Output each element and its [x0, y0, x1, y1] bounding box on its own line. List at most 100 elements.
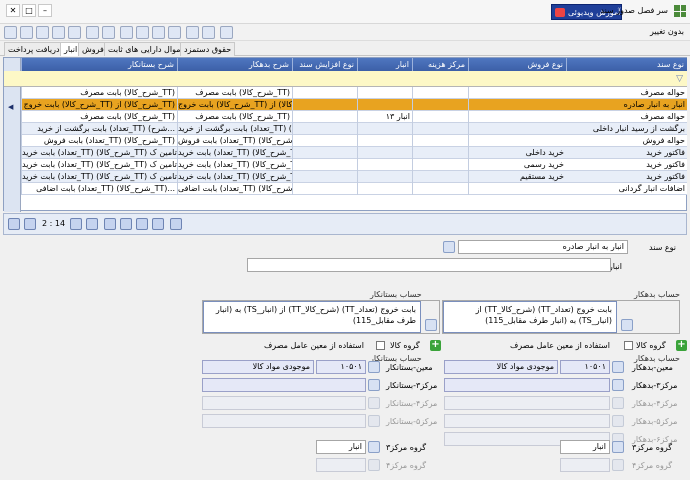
credit-center4-field[interactable] — [202, 396, 366, 410]
export-excel-icon[interactable] — [136, 218, 148, 230]
debit-center5-lookup-icon[interactable] — [612, 415, 624, 427]
debit-memo-picker-icon[interactable] — [621, 319, 633, 331]
credit-group-center4-lookup-icon[interactable] — [368, 459, 380, 471]
credit-center5-lookup-icon[interactable] — [368, 415, 380, 427]
settings-icon[interactable] — [220, 26, 233, 39]
debit-moein-name[interactable]: موجودی مواد کالا — [444, 360, 558, 374]
title-bar: ✕ □ – آموزش ویدیوئی سر فصل صدور سند — [0, 0, 690, 24]
cancel-icon[interactable] — [68, 26, 81, 39]
grid-layout-icon[interactable] — [104, 218, 116, 230]
grid-header: نوع سند نوع فروش مرکز هزینه انبار نوع اف… — [21, 58, 687, 71]
debit-center3-lookup-icon[interactable] — [612, 379, 624, 391]
credit-memo-picker-icon[interactable] — [425, 319, 437, 331]
table-row[interactable]: انبار به انبار صادره بابت خروج (شرح_کالا… — [21, 99, 687, 111]
copy-icon[interactable] — [152, 26, 165, 39]
grid-navigator: 2 : 14 — [3, 213, 687, 235]
new-icon[interactable] — [4, 26, 17, 39]
doc-type-lookup-icon[interactable] — [443, 241, 455, 253]
debit-moein-lookup-icon[interactable] — [612, 361, 624, 373]
doc-type-field[interactable]: انبار به انبار صادره — [458, 240, 628, 254]
debit-label-center5: مرکز۵-بدهکار — [632, 417, 678, 426]
table-row[interactable]: برگشت از رسید انبار داخلی بابت برگشت از … — [21, 123, 687, 135]
search-icon[interactable] — [136, 26, 149, 39]
col-header-doc-type[interactable]: نوع سند — [566, 58, 687, 71]
filter-icon[interactable] — [120, 26, 133, 39]
debit-center3-field[interactable] — [444, 378, 610, 392]
import-icon[interactable] — [186, 26, 199, 39]
funnel-icon[interactable]: ▽ — [676, 74, 683, 84]
table-row[interactable]: اضافات انبار گردانی بابت اضافی (تعداد_TT… — [21, 183, 687, 195]
credit-center5-field[interactable] — [202, 414, 366, 428]
col-header-warehouse[interactable]: انبار — [357, 58, 412, 71]
record-counter: 2 : 14 — [42, 219, 66, 228]
credit-group-add-icon[interactable]: + — [430, 340, 441, 351]
col-header-credit-desc[interactable]: شرح بستانکار — [21, 58, 177, 71]
close-button[interactable]: ✕ — [6, 4, 20, 17]
delete-icon[interactable] — [52, 26, 65, 39]
data-grid: نوع سند نوع فروش مرکز هزینه انبار نوع اف… — [3, 57, 687, 212]
refresh-icon[interactable] — [168, 26, 181, 39]
print-grid-icon[interactable] — [152, 218, 164, 230]
credit-moein-code[interactable]: ۱۰۵۰۱ — [316, 360, 366, 374]
table-row[interactable]: فاکتور خرید خرید داخلی بابت خرید (تعداد_… — [21, 147, 687, 159]
debit-group-add-icon[interactable]: + — [676, 340, 687, 351]
prev-record-icon[interactable] — [24, 218, 36, 230]
credit-group-center4-value[interactable] — [316, 458, 366, 472]
debit-center5-field[interactable] — [444, 414, 610, 428]
credit-label-group-center3: گروه مرکز۳ — [386, 443, 427, 452]
debit-group-center4-lookup-icon[interactable] — [612, 459, 624, 471]
print-icon[interactable] — [86, 26, 99, 39]
next-record-icon[interactable] — [70, 218, 82, 230]
col-header-sale-type[interactable]: نوع فروش — [468, 58, 566, 71]
table-row[interactable]: حواله فروش بابت فروش (تعداد_TT) (شرح_کال… — [21, 135, 687, 147]
credit-moein-name[interactable]: موجودی مواد کالا — [202, 360, 314, 374]
debit-use-factor-label: استفاده از معین عامل مصرف — [510, 341, 610, 350]
debit-group-center3-lookup-icon[interactable] — [612, 441, 624, 453]
warehouse-field[interactable] — [247, 258, 611, 272]
credit-center3-field[interactable] — [202, 378, 366, 392]
chart-icon[interactable] — [170, 218, 182, 230]
debit-center4-field[interactable] — [444, 396, 610, 410]
tab-receipt-payment[interactable]: دریافت پرداخت — [4, 42, 64, 56]
debit-moein-code[interactable]: ۱۰۵۰۱ — [560, 360, 610, 374]
credit-group-center3-value[interactable]: انبار — [316, 440, 366, 454]
credit-center3-lookup-icon[interactable] — [368, 379, 380, 391]
debit-label-center4: مرکز۴-بدهکار — [632, 399, 678, 408]
debit-memo-text[interactable]: بابت خروج (تعداد_TT) (شرح_کالا_TT) از (ا… — [443, 301, 617, 333]
export-icon[interactable] — [202, 26, 215, 39]
debit-use-factor-checkbox[interactable] — [624, 341, 633, 350]
maximize-button[interactable]: □ — [22, 4, 36, 17]
debit-label-moein: معین-بدهکار — [632, 363, 673, 372]
tab-fixed-assets[interactable]: اموال دارایی های ثابت — [104, 42, 187, 56]
debit-group-center3-value[interactable]: انبار — [560, 440, 610, 454]
table-row[interactable]: حواله مصرف انبار ۱۳ بابت مصرف (شرح_کالا_… — [21, 111, 687, 123]
first-record-icon[interactable] — [8, 218, 20, 230]
credit-label-moein: معین-بستانکار — [386, 363, 433, 372]
filter-row[interactable]: ▽ — [4, 71, 687, 87]
credit-memo-group: بابت خروج (تعداد_TT) (شرح_کالا_TT) از (ا… — [202, 300, 440, 334]
credit-use-factor-checkbox[interactable] — [376, 341, 385, 350]
tab-payroll[interactable]: حقوق دستمزد — [180, 42, 236, 56]
col-header-cost-center[interactable]: مرکز هزینه — [412, 58, 468, 71]
save-icon[interactable] — [20, 26, 33, 39]
credit-label-center4: مرکز۴-بستانکار — [386, 399, 438, 408]
debit-account-title: حساب بدهکار — [634, 290, 680, 299]
table-row[interactable]: فاکتور خرید خرید رسمی بابت خرید (تعداد_T… — [21, 159, 687, 171]
credit-label-group-center4: گروه مرکز۴ — [386, 461, 427, 470]
credit-group-center3-lookup-icon[interactable] — [368, 441, 380, 453]
credit-memo-text[interactable]: بابت خروج (تعداد_TT) (شرح_کالا_TT) از (ا… — [203, 301, 421, 333]
minimize-button[interactable]: – — [38, 4, 52, 17]
table-row[interactable]: فاکتور خرید خرید مستقیم بابت خرید (تعداد… — [21, 171, 687, 183]
table-row[interactable]: حواله مصرف بابت مصرف (شرح_کالا_TT) بابت … — [21, 87, 687, 99]
debit-group-center4-value[interactable] — [560, 458, 610, 472]
credit-moein-lookup-icon[interactable] — [368, 361, 380, 373]
col-header-increase-type[interactable]: نوع افزایش سند — [292, 58, 357, 71]
columns-icon[interactable] — [120, 218, 132, 230]
credit-center4-lookup-icon[interactable] — [368, 397, 380, 409]
preview-icon[interactable] — [102, 26, 115, 39]
edit-icon[interactable] — [36, 26, 49, 39]
col-header-debit-desc[interactable]: شرح بدهکار — [177, 58, 292, 71]
debit-center4-lookup-icon[interactable] — [612, 397, 624, 409]
last-record-icon[interactable] — [86, 218, 98, 230]
tab-strip: دریافت پرداخت انبار فروش اموال دارایی ها… — [0, 41, 690, 56]
